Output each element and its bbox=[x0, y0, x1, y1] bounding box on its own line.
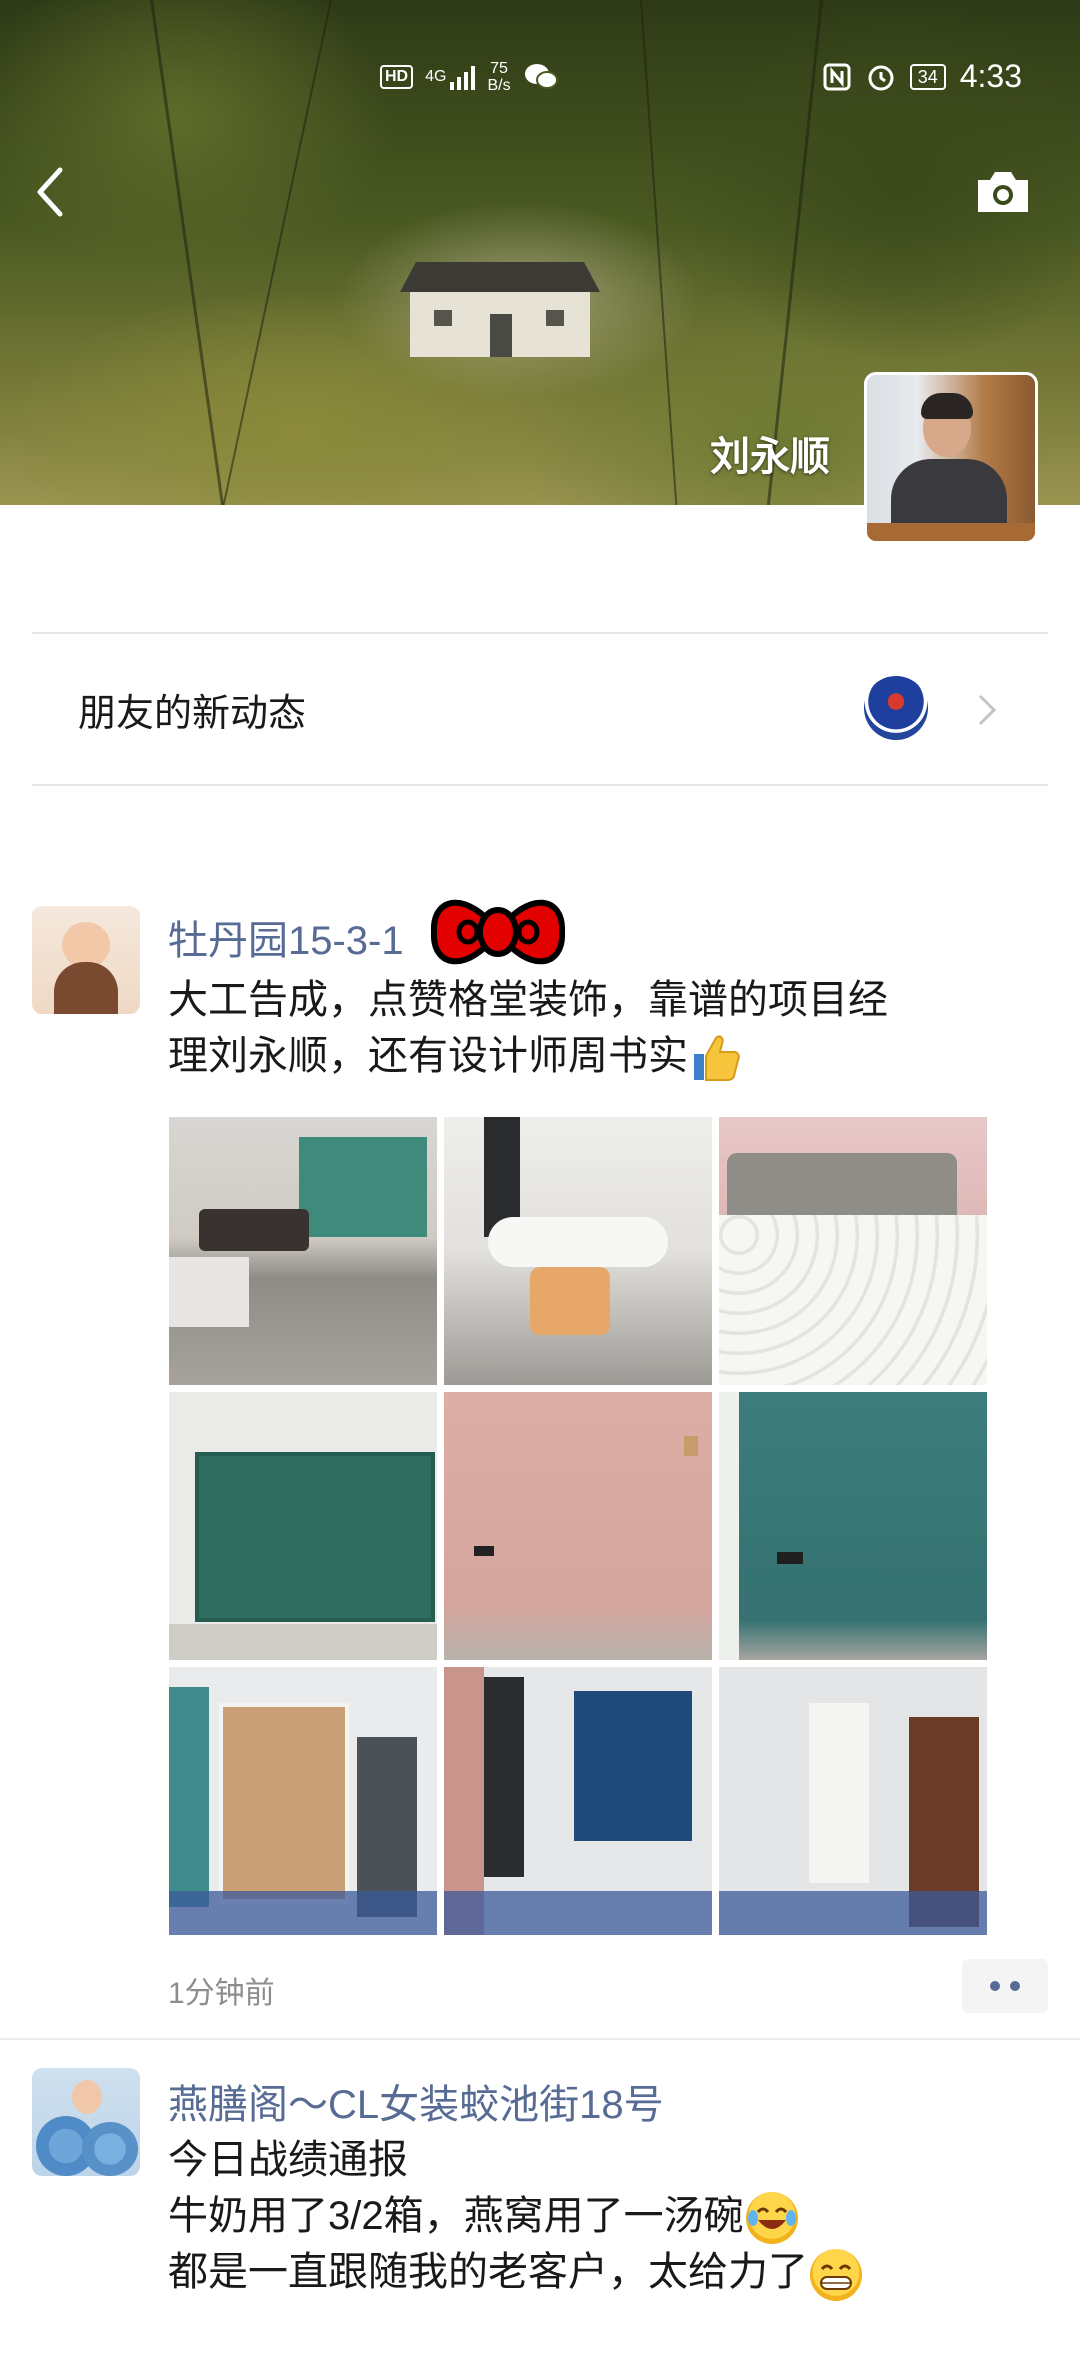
post-line-text: 牛奶用了3/2箱，燕窝用了一汤碗 bbox=[168, 2194, 744, 2238]
status-bar: HD 4G 75 B/s 34 4:33 bbox=[0, 56, 1080, 96]
post-timestamp: 1分钟前 bbox=[168, 1977, 275, 2010]
photo-grid bbox=[169, 1117, 989, 1935]
post-line: 大工告成，点赞格堂装饰，靠谱的项目经 bbox=[168, 978, 888, 1022]
chevron-right-icon bbox=[978, 694, 997, 726]
post-content: 今日战绩通报 牛奶用了3/2箱，燕窝用了一汤碗 都是一直跟随我的老客户，太给力了 bbox=[168, 2132, 1028, 2301]
grinning-face-icon bbox=[810, 2248, 862, 2301]
post-line: 今日战绩通报 bbox=[168, 2138, 408, 2182]
laughing-tears-icon bbox=[745, 2192, 798, 2245]
post-line: 都是一直跟随我的老客户，太给力了 bbox=[168, 2244, 1028, 2301]
battery-level: 34 bbox=[917, 66, 938, 87]
post-line: 牛奶用了3/2箱，燕窝用了一汤碗 bbox=[168, 2188, 1028, 2245]
friends-updates-row[interactable]: 朋友的新动态 bbox=[32, 634, 1048, 784]
speed-value: 75 bbox=[490, 60, 508, 77]
author-avatar[interactable] bbox=[32, 906, 140, 1014]
friend-avatar bbox=[864, 676, 928, 740]
nfc-icon bbox=[823, 63, 851, 90]
thumbs-up-icon bbox=[694, 1035, 740, 1082]
network-type: 4G bbox=[425, 68, 447, 85]
photo-thumbnail[interactable] bbox=[719, 1392, 987, 1660]
post-content: 大工告成，点赞格堂装饰，靠谱的项目经 理刘永顺，还有设计师周书实 bbox=[168, 972, 1028, 1084]
clock: 4:33 bbox=[959, 58, 1022, 94]
post-separator bbox=[0, 2038, 1080, 2040]
divider bbox=[32, 784, 1048, 786]
network-speed: 75 B/s bbox=[487, 60, 510, 94]
photo-thumbnail[interactable] bbox=[444, 1392, 712, 1660]
bow-sticker bbox=[430, 899, 566, 965]
post-author[interactable]: 牡丹园15-3-1 bbox=[168, 908, 404, 966]
photo-thumbnail[interactable] bbox=[444, 1117, 712, 1385]
signal-icon bbox=[450, 64, 476, 90]
house-illustration bbox=[400, 262, 600, 357]
post-line-text: 都是一直跟随我的老客户，太给力了 bbox=[168, 2250, 808, 2295]
author-avatar[interactable] bbox=[32, 2068, 140, 2176]
back-arrow-icon[interactable] bbox=[30, 162, 74, 222]
photo-thumbnail[interactable] bbox=[169, 1117, 437, 1385]
post-line-text: 理刘永顺，还有设计师周书实 bbox=[168, 1034, 688, 1078]
post-line: 理刘永顺，还有设计师周书实 bbox=[168, 1028, 1028, 1084]
photo-thumbnail[interactable] bbox=[169, 1667, 437, 1935]
hd-badge: HD bbox=[380, 65, 414, 89]
alarm-icon bbox=[868, 65, 894, 90]
photo-thumbnail[interactable] bbox=[169, 1392, 437, 1660]
camera-icon[interactable] bbox=[974, 168, 1032, 216]
more-dots-icon[interactable] bbox=[962, 1959, 1048, 2013]
photo-thumbnail[interactable] bbox=[719, 1117, 987, 1385]
profile-avatar[interactable] bbox=[864, 372, 1038, 544]
post-author[interactable]: 燕膳阁～CL女装蛟池街18号 bbox=[168, 2072, 664, 2130]
wechat-icon bbox=[524, 64, 558, 89]
photo-thumbnail[interactable] bbox=[719, 1667, 987, 1935]
friends-updates-label: 朋友的新动态 bbox=[78, 692, 307, 735]
battery-icon: 34 bbox=[909, 63, 946, 90]
profile-owner-name[interactable]: 刘永顺 bbox=[710, 424, 830, 482]
speed-unit: B/s bbox=[487, 77, 511, 94]
photo-thumbnail[interactable] bbox=[444, 1667, 712, 1935]
